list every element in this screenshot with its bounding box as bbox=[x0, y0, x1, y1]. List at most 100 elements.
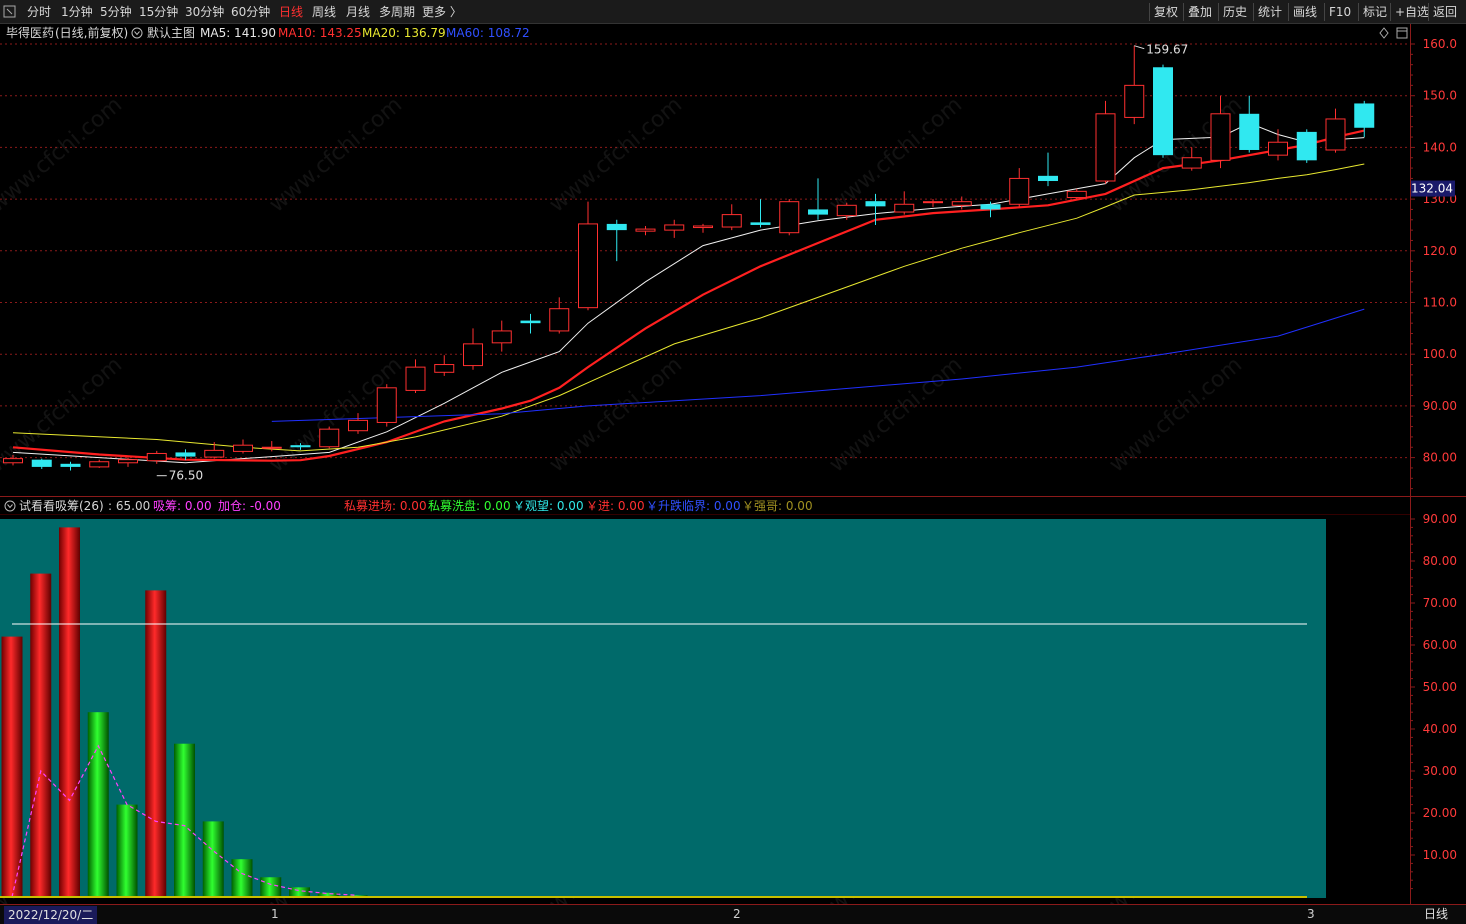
time-axis: 2022/12/20/二 1 2 3 日线 bbox=[0, 904, 1466, 924]
candle-body-up bbox=[204, 449, 225, 458]
indicator-bar-red bbox=[59, 527, 80, 897]
candle bbox=[865, 193, 886, 225]
candle-body-down bbox=[606, 223, 627, 231]
indicator-background bbox=[0, 519, 1326, 898]
candle-body-up bbox=[463, 343, 483, 367]
candle-body-up bbox=[1066, 190, 1087, 199]
indicator-bar-green bbox=[260, 877, 282, 897]
candle bbox=[319, 426, 340, 449]
indicator-bar-red bbox=[145, 590, 167, 897]
price-axis-label: 110.0 bbox=[1423, 296, 1457, 310]
price-axis-label: 150.0 bbox=[1423, 89, 1457, 103]
candle bbox=[1009, 168, 1030, 207]
indicator-bar-green bbox=[231, 859, 253, 897]
candle bbox=[1296, 129, 1317, 163]
candle-body-down bbox=[980, 204, 1001, 210]
candle-body-up bbox=[1268, 141, 1288, 156]
candle bbox=[1038, 152, 1058, 187]
candle-body-up bbox=[434, 364, 455, 373]
candle bbox=[1095, 100, 1116, 184]
candle bbox=[233, 439, 253, 454]
price-axis-label: 160.0 bbox=[1423, 37, 1457, 51]
candle-body-up bbox=[894, 203, 915, 213]
indicator-axis-label: 20.00 bbox=[1423, 806, 1457, 820]
watermark-text: www.cfchi.com bbox=[545, 352, 687, 477]
candle bbox=[1124, 45, 1145, 125]
candle-body-up bbox=[923, 201, 943, 204]
candle-body-up bbox=[146, 452, 167, 462]
candle bbox=[405, 359, 426, 393]
watermark-text: www.cfchi.com bbox=[1105, 352, 1247, 477]
indicator-bar-red bbox=[30, 573, 52, 897]
indicator-axis-label: 70.00 bbox=[1423, 596, 1457, 610]
candle-body-up bbox=[1095, 113, 1116, 182]
candle-body-up bbox=[233, 444, 253, 452]
candle-body-up bbox=[549, 308, 570, 332]
price-axis-label: 100.0 bbox=[1423, 347, 1457, 361]
candle-body-up bbox=[1009, 177, 1030, 205]
candle-body-up bbox=[261, 446, 282, 449]
watermark-text: www.cfchi.com bbox=[825, 352, 967, 477]
candle bbox=[463, 328, 483, 370]
candle-body-up bbox=[3, 458, 23, 464]
candle bbox=[1325, 108, 1346, 153]
price-axis-label: 90.00 bbox=[1423, 399, 1457, 413]
candle bbox=[1153, 64, 1173, 158]
candle-body-up bbox=[721, 214, 742, 228]
watermark-text: www.cfchi.com bbox=[0, 92, 127, 217]
candle-body-down bbox=[865, 201, 886, 207]
kline-chart[interactable]: 160.0150.0140.0130.0120.0110.0100.090.00… bbox=[0, 0, 1466, 924]
candle-body-down bbox=[290, 445, 311, 448]
candle-body-down bbox=[31, 459, 52, 467]
ma-line-ma20 bbox=[12, 163, 1365, 452]
candle bbox=[664, 219, 685, 238]
candle-body-up bbox=[405, 366, 426, 391]
candle bbox=[1239, 95, 1260, 153]
candle-body-up bbox=[491, 330, 512, 344]
candle bbox=[980, 201, 1001, 218]
high-annotation: 159.67 bbox=[1146, 43, 1188, 57]
candle bbox=[606, 219, 627, 262]
candle-body-up bbox=[1124, 84, 1145, 118]
candle bbox=[894, 191, 915, 215]
month-mark-2: 2 bbox=[733, 907, 741, 921]
candle-body-down bbox=[1239, 113, 1260, 150]
current-price-label: 132.04 bbox=[1411, 182, 1453, 196]
candle-body-up bbox=[664, 224, 685, 231]
candle bbox=[1268, 129, 1288, 161]
period-label[interactable]: 日线 bbox=[1424, 906, 1448, 922]
indicator-bar-green bbox=[116, 804, 138, 897]
candle bbox=[520, 313, 541, 334]
candle-body-down bbox=[60, 463, 81, 467]
candle-body-up bbox=[779, 201, 800, 234]
indicator-axis-label: 50.00 bbox=[1423, 680, 1457, 694]
candle bbox=[693, 223, 713, 233]
candle bbox=[60, 461, 81, 471]
candle-body-up bbox=[635, 228, 656, 232]
candle bbox=[923, 199, 943, 207]
candle-body-down bbox=[808, 209, 828, 215]
candle-body-down bbox=[520, 320, 541, 324]
candle-body-up bbox=[1325, 118, 1346, 151]
candle bbox=[376, 384, 397, 427]
candle bbox=[89, 459, 110, 468]
indicator-axis-label: 40.00 bbox=[1423, 722, 1457, 736]
candle bbox=[721, 204, 742, 231]
candle-body-up bbox=[319, 428, 340, 448]
price-axis-label: 80.00 bbox=[1423, 451, 1457, 465]
candle-body-up bbox=[693, 225, 713, 229]
candle-body-up bbox=[951, 201, 972, 206]
high-marker bbox=[1134, 45, 1145, 50]
price-axis-label: 120.0 bbox=[1423, 244, 1457, 258]
candle bbox=[635, 225, 656, 236]
candle-body-down bbox=[1354, 103, 1375, 128]
indicator-bar-green bbox=[202, 821, 224, 897]
candle-body-down bbox=[1296, 131, 1317, 161]
candle-body-down bbox=[750, 222, 771, 225]
low-annotation: 76.50 bbox=[169, 469, 203, 483]
candle-body-up bbox=[118, 459, 138, 464]
indicator-axis-label: 30.00 bbox=[1423, 764, 1457, 778]
price-axis-label: 140.0 bbox=[1423, 140, 1457, 154]
candle-body-up bbox=[89, 461, 110, 468]
indicator-axis-label: 80.00 bbox=[1423, 554, 1457, 568]
